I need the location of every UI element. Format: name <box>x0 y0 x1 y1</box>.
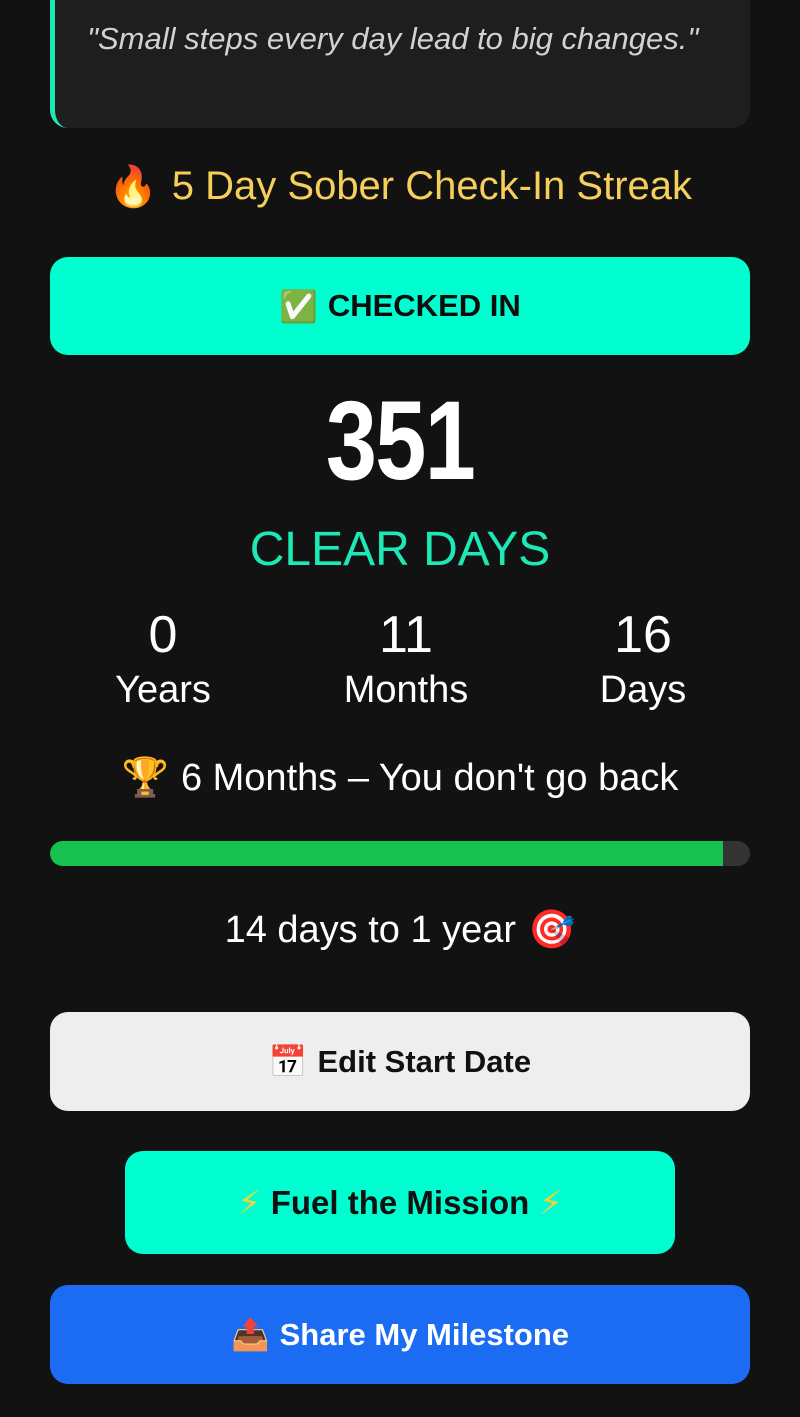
streak-banner: 🔥 5 Day Sober Check-In Streak <box>0 158 800 214</box>
lightning-icon: ⚡ <box>237 1184 261 1221</box>
milestone-text: 6 Months – You don't go back <box>180 756 679 799</box>
days-label: Days <box>599 669 687 711</box>
years-label: Years <box>115 669 211 711</box>
target-icon: 🎯 <box>528 909 576 951</box>
days-value: 16 <box>614 606 672 664</box>
calendar-icon: 📅 <box>268 1044 308 1079</box>
months-value: 11 <box>379 606 433 664</box>
fuel-the-mission-label: Fuel the Mission <box>270 1183 530 1221</box>
months-stat: 11 Months <box>286 606 526 716</box>
year-progress-bar <box>50 841 750 866</box>
year-progress-fill <box>50 841 724 866</box>
trophy-icon: 🏆 <box>121 757 169 799</box>
months-label: Months <box>343 669 469 711</box>
fuel-the-mission-button[interactable]: ⚡ Fuel the Mission ⚡ <box>125 1151 675 1254</box>
total-days-count: 351 <box>325 378 476 503</box>
check-mark-icon: ✅ <box>279 288 318 324</box>
clear-days-label: CLEAR DAYS <box>249 523 551 576</box>
sobriety-tracker-screen: "Small steps every day lead to big chang… <box>0 0 800 1417</box>
checked-in-button[interactable]: ✅ CHECKED IN <box>50 257 750 355</box>
next-goal: 14 days to 1 year 🎯 <box>0 904 800 956</box>
quote-text: "Small steps every day lead to big chang… <box>87 21 699 56</box>
checked-in-label: CHECKED IN <box>327 288 521 323</box>
share-milestone-button[interactable]: 📤 Share My Milestone <box>50 1285 750 1384</box>
outbox-icon: 📤 <box>230 1317 270 1352</box>
lightning-icon: ⚡ <box>539 1184 563 1221</box>
edit-start-date-button[interactable]: 📅 Edit Start Date <box>50 1012 750 1111</box>
quote-card: "Small steps every day lead to big chang… <box>50 0 750 128</box>
next-goal-text: 14 days to 1 year <box>224 908 517 951</box>
years-value: 0 <box>148 606 178 664</box>
years-stat: 0 Years <box>43 606 283 716</box>
days-stat: 16 Days <box>523 606 763 716</box>
share-milestone-label: Share My Milestone <box>279 1316 570 1352</box>
milestone-banner: 🏆 6 Months – You don't go back <box>0 752 800 804</box>
fire-icon: 🔥 <box>107 164 158 209</box>
streak-label: 5 Day Sober Check-In Streak <box>171 163 693 208</box>
edit-start-date-label: Edit Start Date <box>317 1043 532 1079</box>
